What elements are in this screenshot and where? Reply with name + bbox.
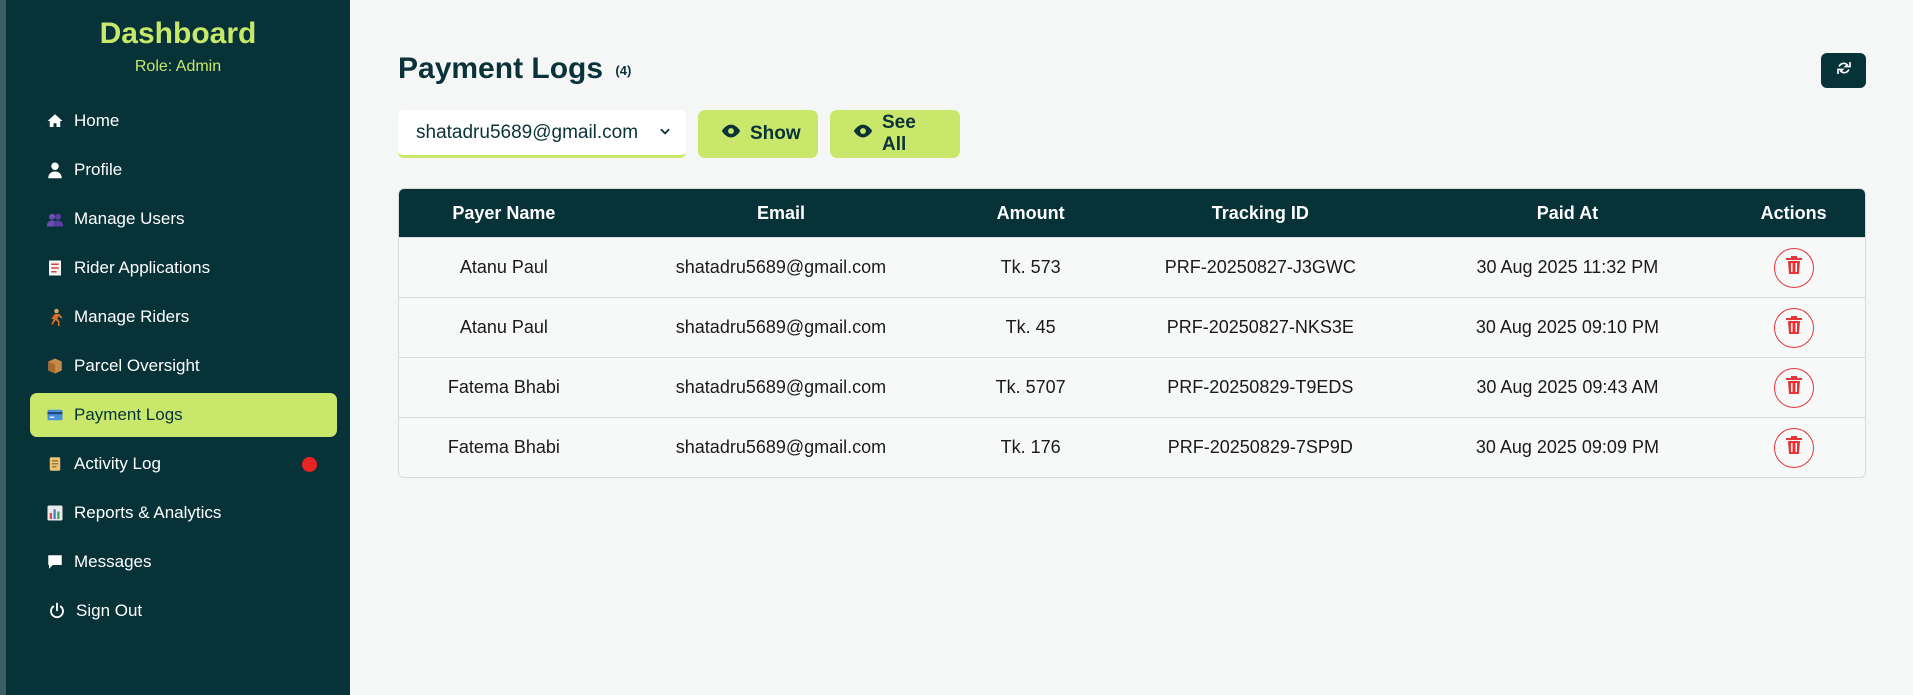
trash-icon	[1785, 316, 1802, 339]
sidebar-item-activity-log[interactable]: Activity Log	[30, 442, 337, 486]
payer-name: Atanu Paul	[459, 257, 548, 277]
sidebar-item-label: Activity Log	[74, 454, 161, 473]
card-emoji-icon	[44, 404, 66, 426]
delete-button[interactable]	[1773, 367, 1814, 408]
record-count: (4)	[615, 62, 632, 78]
chevron-down-icon	[658, 122, 672, 144]
sidebar-item-profile[interactable]: Profile	[30, 148, 337, 192]
sign-out-button[interactable]: Sign Out	[30, 589, 337, 633]
trash-icon	[1785, 436, 1802, 459]
sidebar-item-label: Payment Logs	[74, 405, 183, 424]
sidebar-item-label: Sign Out	[76, 601, 143, 620]
notification-dot	[302, 457, 317, 472]
sidebar-item-label: Reports & Analytics	[74, 503, 222, 522]
scroll-emoji-icon	[44, 453, 66, 475]
trash-icon	[1785, 376, 1802, 399]
delete-button[interactable]	[1773, 427, 1814, 468]
main-content: Payment Logs (4) shatadru5689@gmail.com …	[350, 0, 1913, 695]
comment-icon	[44, 551, 66, 573]
payer-email: shatadru5689@gmail.com	[675, 377, 887, 397]
sidebar-item-label: Manage Users	[74, 209, 185, 228]
payer-name: Atanu Paul	[459, 317, 548, 337]
payment-logs-table: Payer Name Email Amount Tracking ID Paid…	[398, 188, 1866, 478]
package-emoji-icon	[44, 355, 66, 377]
sidebar-item-label: Parcel Oversight	[74, 356, 200, 375]
sidebar-nav: Home Profile Manage Users Rider Applicat…	[30, 99, 337, 638]
amount: Tk. 176	[1000, 437, 1061, 457]
user-icon	[44, 159, 66, 181]
sidebar-item-messages[interactable]: Messages	[30, 540, 337, 584]
refresh-icon	[1835, 59, 1853, 82]
payer-name: Fatema Bhabi	[447, 437, 560, 457]
sidebar-item-payment-logs[interactable]: Payment Logs	[30, 393, 337, 437]
column-header: Payer Name	[452, 202, 556, 223]
sidebar-item-rider-applications[interactable]: Rider Applications	[30, 246, 337, 290]
refresh-button[interactable]	[1821, 53, 1866, 88]
column-header: Amount	[996, 202, 1065, 223]
sidebar-item-label: Manage Riders	[74, 307, 190, 326]
see-all-button[interactable]: See All	[830, 110, 960, 158]
sidebar-title: Dashboard	[99, 17, 257, 50]
column-header: Actions	[1760, 202, 1827, 223]
amount: Tk. 5707	[995, 377, 1066, 397]
page-title: Payment Logs (4)	[398, 52, 631, 86]
actions-cell	[1722, 367, 1865, 408]
delete-button[interactable]	[1773, 247, 1814, 288]
sidebar-item-label: Rider Applications	[74, 258, 211, 277]
eye-icon	[720, 123, 742, 145]
column-header: Email	[756, 202, 805, 223]
sidebar-item-reports-analytics[interactable]: Reports & Analytics	[30, 491, 337, 535]
amount: Tk. 573	[1000, 257, 1061, 277]
payer-email: shatadru5689@gmail.com	[675, 257, 887, 277]
trash-icon	[1785, 256, 1802, 279]
amount: Tk. 45	[1005, 317, 1056, 337]
see-all-button-label: See All	[882, 112, 916, 155]
filter-controls: shatadru5689@gmail.com Show See All	[398, 110, 960, 158]
actions-cell	[1722, 307, 1865, 348]
column-header: Tracking ID	[1211, 202, 1309, 223]
sidebar-item-label: Profile	[74, 160, 123, 179]
sidebar-item-label: Messages	[74, 552, 152, 571]
email-select[interactable]: shatadru5689@gmail.com	[398, 110, 686, 158]
sidebar-item-manage-riders[interactable]: Manage Riders	[30, 295, 337, 339]
sidebar: Dashboard Role: Admin Home Profile Manag…	[0, 0, 350, 695]
bar-chart-emoji-icon	[44, 502, 66, 524]
show-button-label: Show	[750, 123, 801, 144]
show-button[interactable]: Show	[698, 110, 818, 158]
payer-email: shatadru5689@gmail.com	[675, 317, 887, 337]
sidebar-item-parcel-oversight[interactable]: Parcel Oversight	[30, 344, 337, 388]
table-row: Atanu Paul shatadru5689@gmail.com Tk. 57…	[399, 237, 1865, 297]
tracking-id: PRF-20250829-T9EDS	[1167, 377, 1354, 397]
table-row: Fatema Bhabi shatadru5689@gmail.com Tk. …	[399, 417, 1865, 477]
payer-email: shatadru5689@gmail.com	[675, 437, 887, 457]
actions-cell	[1722, 427, 1865, 468]
tracking-id: PRF-20250827-J3GWC	[1164, 257, 1356, 277]
page-title-text: Payment Logs	[398, 52, 604, 85]
sidebar-item-manage-users[interactable]: Manage Users	[30, 197, 337, 241]
home-icon	[44, 110, 66, 132]
sidebar-item-label: Home	[74, 111, 120, 130]
email-select-value: shatadru5689@gmail.com	[416, 121, 639, 143]
paid-at: 30 Aug 2025 09:09 PM	[1475, 437, 1659, 457]
users-emoji-icon	[44, 208, 66, 230]
user-role: Role: Admin	[134, 58, 222, 75]
table-header: Payer Name Email Amount Tracking ID Paid…	[399, 189, 1865, 237]
paid-at: 30 Aug 2025 09:43 AM	[1476, 377, 1659, 397]
table-row: Fatema Bhabi shatadru5689@gmail.com Tk. …	[399, 357, 1865, 417]
sidebar-item-home[interactable]: Home	[30, 99, 337, 143]
power-icon	[46, 600, 68, 622]
actions-cell	[1722, 247, 1865, 288]
tracking-id: PRF-20250827-NKS3E	[1166, 317, 1354, 337]
paid-at: 30 Aug 2025 09:10 PM	[1475, 317, 1659, 337]
tracking-id: PRF-20250829-7SP9D	[1167, 437, 1353, 457]
table-row: Atanu Paul shatadru5689@gmail.com Tk. 45…	[399, 297, 1865, 357]
brand: Dashboard Role: Admin	[6, 0, 350, 76]
column-header: Paid At	[1536, 202, 1599, 223]
runner-emoji-icon	[44, 306, 66, 328]
paid-at: 30 Aug 2025 11:32 PM	[1476, 257, 1659, 277]
payer-name: Fatema Bhabi	[447, 377, 560, 397]
eye-icon	[852, 123, 874, 145]
delete-button[interactable]	[1773, 307, 1814, 348]
document-emoji-icon	[44, 257, 66, 279]
